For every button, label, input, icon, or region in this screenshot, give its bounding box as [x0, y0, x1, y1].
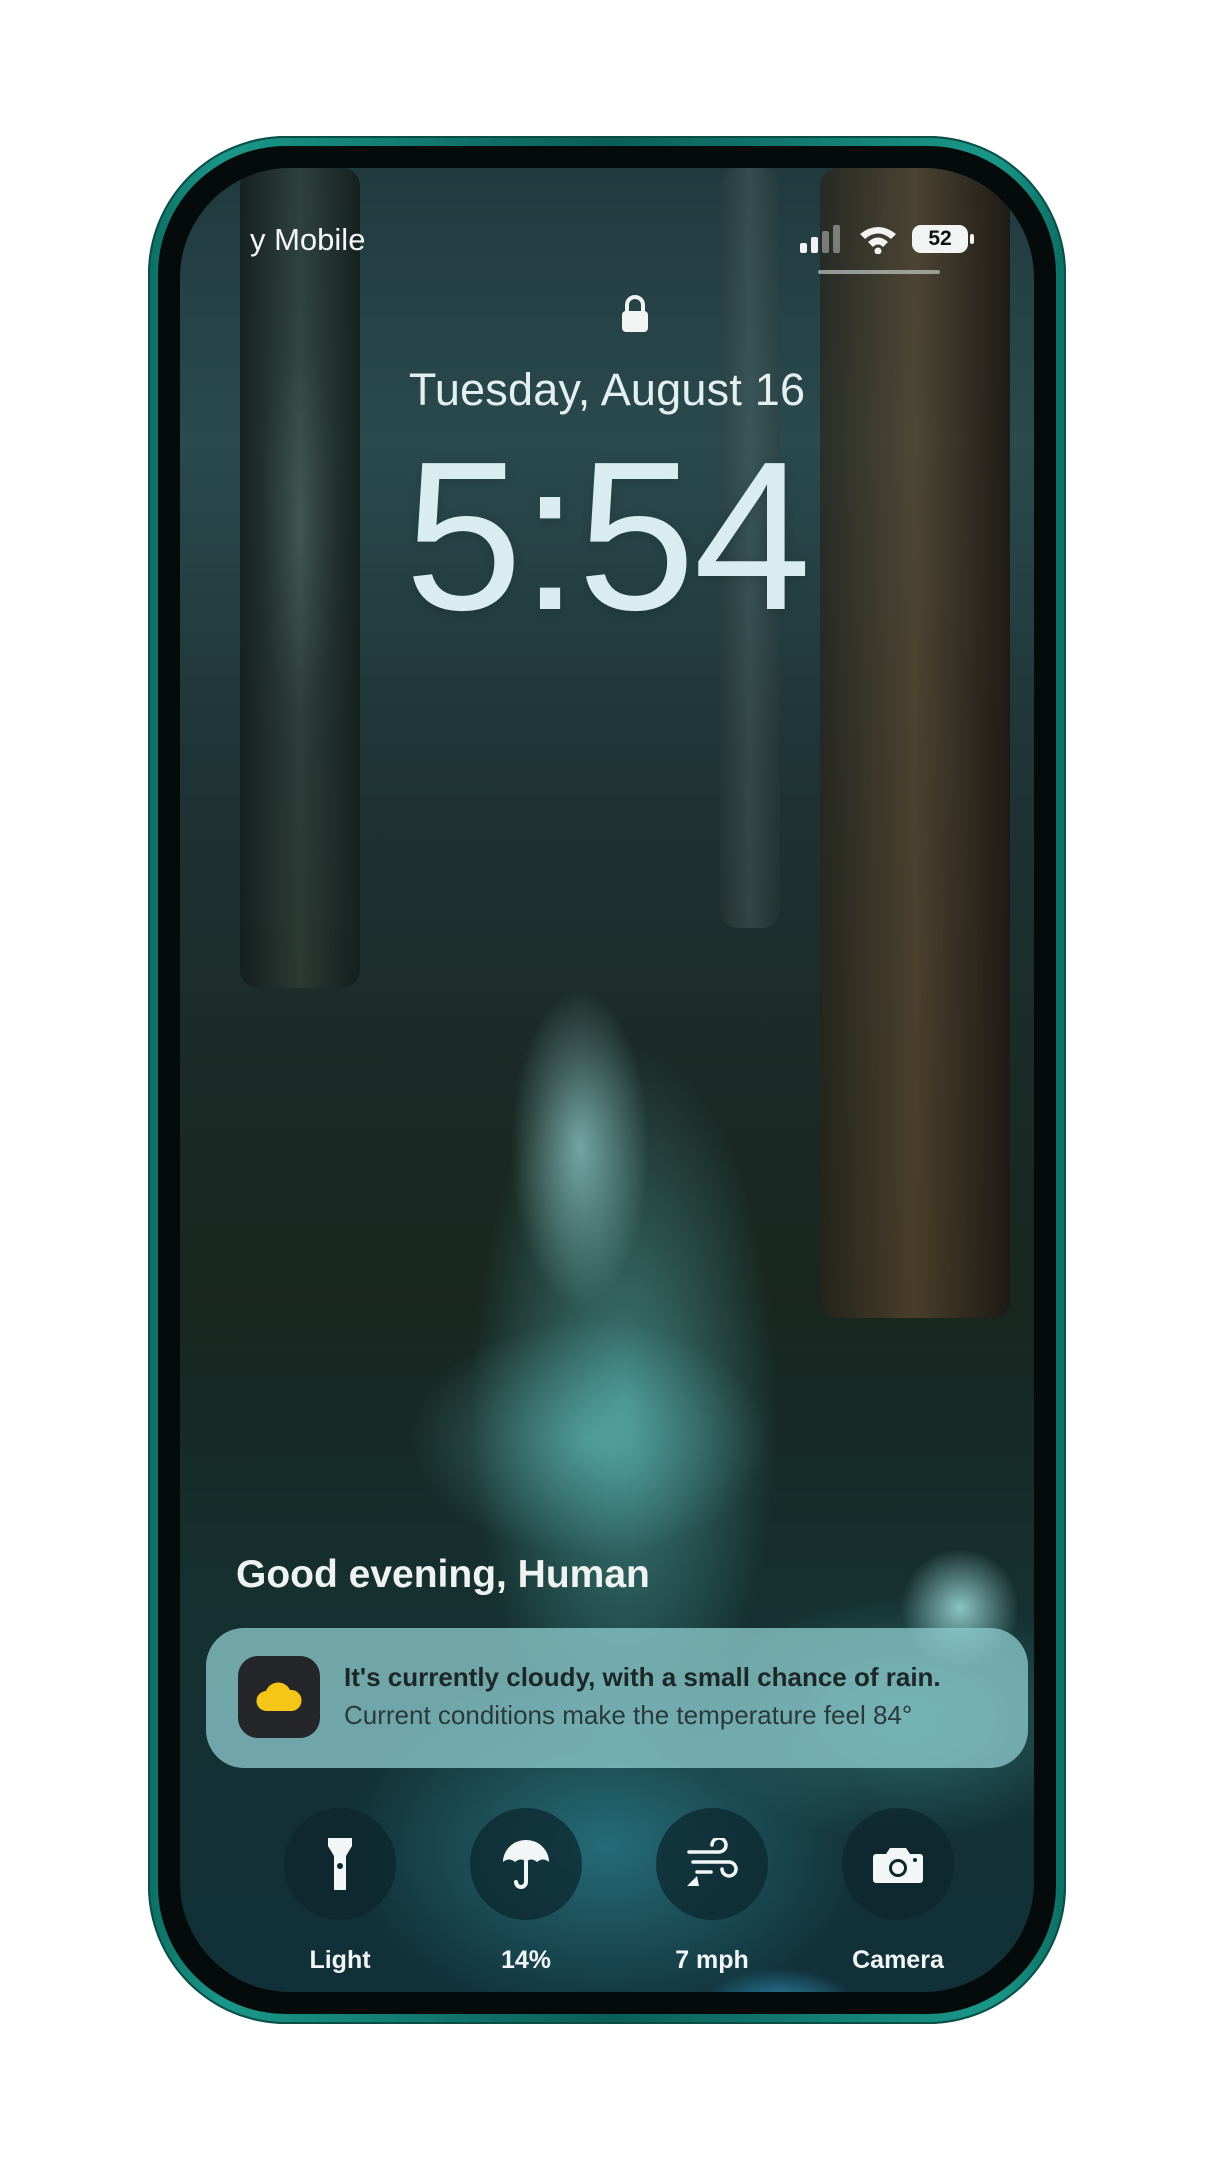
- precipitation-control[interactable]: 14%: [470, 1808, 582, 1975]
- quick-controls: Light 14% 7 mph Camera: [180, 1808, 1034, 1978]
- cloud-icon: [256, 1682, 302, 1712]
- lock-icon: [622, 295, 648, 332]
- umbrella-button[interactable]: [470, 1808, 582, 1920]
- camera-control[interactable]: Camera: [842, 1808, 954, 1975]
- cellular-signal-icon: [800, 225, 840, 253]
- weather-notification[interactable]: It's currently cloudy, with a small chan…: [206, 1628, 1028, 1768]
- notification-body: Current conditions make the temperature …: [344, 1700, 913, 1730]
- flashlight-icon: [328, 1838, 352, 1890]
- camera-button[interactable]: [842, 1808, 954, 1920]
- lock-date: Tuesday, August 16: [408, 364, 806, 415]
- wind-button[interactable]: [656, 1808, 768, 1920]
- light-control[interactable]: Light: [284, 1808, 396, 1975]
- phone-frame: y Mobile 52 Tuesday, August 16 5:54 Good…: [148, 136, 1066, 2024]
- camera-icon: [873, 1848, 923, 1883]
- lock-screen: y Mobile 52 Tuesday, August 16 5:54 Good…: [180, 168, 1034, 1992]
- carrier-name: y Mobile: [250, 222, 366, 257]
- lock-time: 5:54: [404, 417, 812, 654]
- wallpaper-tree-right: [820, 168, 1010, 1318]
- wallpaper-glow: [410, 1318, 770, 1558]
- notification-title: It's currently cloudy, with a small chan…: [344, 1662, 941, 1692]
- phone-bezel: y Mobile 52 Tuesday, August 16 5:54 Good…: [158, 146, 1056, 2014]
- precipitation-label: 14%: [500, 1946, 552, 1974]
- greeting-text: Good evening, Human: [236, 1553, 650, 1596]
- wind-icon: [687, 1838, 738, 1886]
- weather-app-icon: [238, 1656, 320, 1738]
- wind-label: 7 mph: [675, 1946, 749, 1974]
- umbrella-icon: [503, 1840, 549, 1889]
- wifi-icon: [860, 227, 896, 254]
- status-icons: 52: [800, 224, 974, 254]
- status-bar: y Mobile 52: [180, 168, 1034, 274]
- camera-label: Camera: [852, 1946, 944, 1974]
- status-underline: [818, 270, 940, 274]
- flashlight-button[interactable]: [284, 1808, 396, 1920]
- battery-indicator: 52: [912, 225, 974, 253]
- wind-control[interactable]: 7 mph: [656, 1808, 768, 1975]
- light-label: Light: [309, 1946, 371, 1974]
- wallpaper-glow: [510, 988, 650, 1308]
